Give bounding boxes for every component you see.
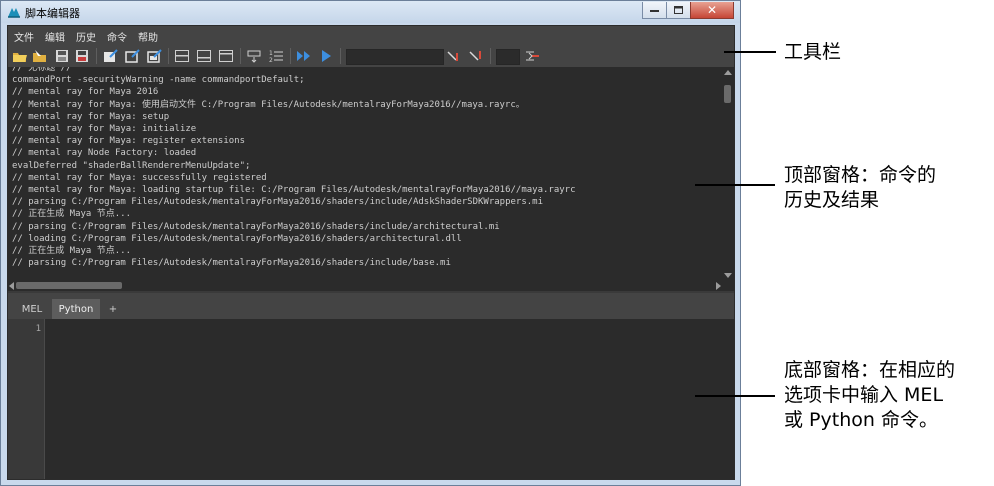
execute-icon[interactable]	[318, 48, 334, 64]
history-line: // mental ray for Maya 2016	[12, 87, 159, 98]
history-line: // Mental ray for Maya: 使用启动文件 C:/Progra…	[12, 99, 525, 110]
svg-text:2: 2	[269, 57, 273, 64]
clear-all-icon[interactable]	[146, 48, 162, 64]
bottom-pane-callout-line-2: 选项卡中输入 MEL	[784, 384, 944, 406]
history-output: // 无标题 // commandPort -securityWarning -n…	[12, 67, 717, 269]
layout-both-panes-icon[interactable]	[218, 48, 234, 64]
search-arrow-reverse-icon[interactable]	[468, 48, 484, 64]
line-number-gutter: 1	[8, 319, 45, 479]
scroll-left-icon[interactable]	[9, 282, 14, 290]
clear-history-icon[interactable]	[102, 48, 118, 64]
maximize-button[interactable]	[666, 2, 691, 19]
input-tab-bar: MEL Python +	[8, 291, 734, 319]
history-line: // mental ray Node Factory: loaded	[12, 148, 197, 159]
input-pane[interactable]: 1	[8, 319, 734, 479]
layout-history-only-icon[interactable]	[174, 48, 190, 64]
goto-line-field[interactable]	[496, 49, 520, 65]
show-line-numbers-icon[interactable]: 12	[268, 48, 284, 64]
goto-line-icon[interactable]	[524, 48, 540, 64]
history-line: // loading C:/Program Files/Autodesk/men…	[12, 233, 462, 244]
search-arrow-icon[interactable]	[446, 48, 462, 64]
history-line: // parsing C:/Program Files/Autodesk/men…	[12, 197, 544, 208]
toolbar-callout: 工具栏	[784, 41, 842, 63]
save-to-shelf-icon[interactable]	[74, 48, 90, 64]
line-number: 1	[35, 324, 41, 334]
execute-all-icon[interactable]	[296, 48, 312, 64]
add-tab-button[interactable]: +	[104, 299, 122, 319]
layout-input-only-icon[interactable]	[196, 48, 212, 64]
svg-text:1: 1	[269, 50, 273, 57]
toolbar-callout-line	[724, 51, 776, 53]
tab-python[interactable]: Python	[52, 299, 100, 319]
history-line: // mental ray for Maya: successfully reg…	[12, 172, 267, 183]
close-button[interactable]: ✕	[690, 2, 734, 19]
save-script-icon[interactable]	[54, 48, 70, 64]
scroll-thumb[interactable]	[724, 85, 731, 103]
top-pane-callout-line-2: 历史及结果	[784, 189, 880, 211]
history-line: // 正在生成 Maya 节点...	[12, 209, 132, 220]
scroll-up-icon[interactable]	[724, 70, 732, 75]
history-line: evalDeferred "shaderBallRendererMenuUpda…	[12, 160, 251, 171]
title-bar: 脚本编辑器 ✕	[1, 1, 740, 23]
menu-history[interactable]: 历史	[70, 26, 101, 44]
history-line: commandPort -securityWarning -name comma…	[12, 75, 305, 86]
history-line: // 无标题 //	[12, 67, 72, 73]
bottom-pane-callout-line	[695, 395, 775, 397]
menu-file[interactable]: 文件	[8, 26, 39, 44]
history-line: // mental ray for Maya: loading startup …	[12, 185, 576, 196]
source-script-icon[interactable]	[32, 48, 48, 64]
menu-help[interactable]: 帮助	[132, 26, 163, 44]
history-line: // 正在生成 Maya 节点...	[12, 246, 132, 257]
minimize-icon	[650, 10, 659, 12]
menu-edit[interactable]: 编辑	[39, 26, 70, 44]
history-vertical-scrollbar[interactable]	[722, 67, 734, 280]
echo-commands-icon[interactable]	[246, 48, 262, 64]
scroll-right-icon[interactable]	[716, 282, 721, 290]
close-icon: ✕	[706, 3, 718, 17]
history-line: // mental ray for Maya: initialize	[12, 124, 197, 135]
minimize-button[interactable]	[642, 2, 667, 19]
open-script-icon[interactable]	[12, 48, 28, 64]
scroll-thumb[interactable]	[16, 282, 122, 289]
toolbar: 12	[8, 45, 734, 67]
tab-mel[interactable]: MEL	[14, 299, 50, 319]
history-line: // mental ray for Maya: register extensi…	[12, 136, 245, 147]
script-editor-window: 脚本编辑器 ✕ 文件 编辑 历史 命令 帮助 1 2 // 无标题 // com…	[0, 0, 741, 486]
top-pane-callout-line-1: 顶部窗格：命令的	[784, 164, 937, 186]
top-pane-callout-line	[695, 184, 775, 186]
maximize-icon	[674, 6, 683, 14]
scroll-down-icon[interactable]	[724, 273, 732, 278]
history-line: // parsing C:/Program Files/Autodesk/men…	[12, 221, 500, 232]
menu-command[interactable]: 命令	[101, 26, 132, 44]
script-editor-client: 文件 编辑 历史 命令 帮助 1 2 // 无标题 // commandPort…	[7, 25, 735, 480]
bottom-pane-callout-line-1: 底部窗格：在相应的	[784, 359, 956, 381]
window-title: 脚本编辑器	[25, 7, 80, 20]
history-pane[interactable]: // 无标题 // commandPort -securityWarning -n…	[8, 67, 734, 291]
clear-input-icon[interactable]	[124, 48, 140, 64]
history-horizontal-scrollbar[interactable]	[8, 280, 722, 291]
history-line: // parsing C:/Program Files/Autodesk/men…	[12, 258, 451, 269]
history-line: // mental ray for Maya: setup	[12, 111, 170, 122]
quick-help-field[interactable]	[346, 49, 444, 65]
bottom-pane-callout-line-3: 或 Python 命令。	[784, 409, 938, 431]
maya-app-icon	[8, 8, 20, 18]
menu-bar: 文件 编辑 历史 命令 帮助	[8, 26, 734, 45]
